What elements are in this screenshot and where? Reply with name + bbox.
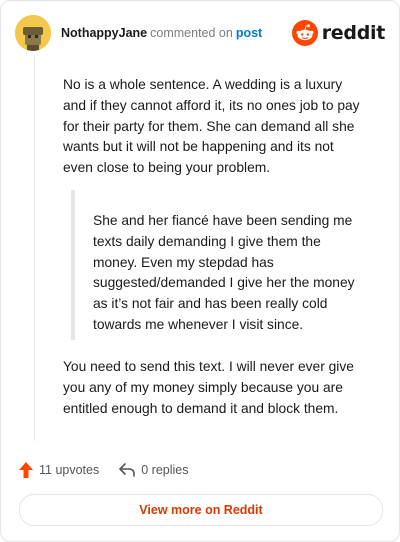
upvote-count: 11 upvotes xyxy=(39,463,100,477)
thread-line xyxy=(34,57,35,441)
username-link[interactable]: NothappyJane xyxy=(61,26,147,40)
user-avatar[interactable] xyxy=(15,15,51,51)
reply-count: 0 replies xyxy=(141,463,189,477)
comment-paragraph: You need to send this text. I will never… xyxy=(63,359,354,416)
quote-text: She and her fiancé have been sending me … xyxy=(93,213,355,332)
reddit-logo[interactable]: reddit xyxy=(291,20,386,46)
view-more-button[interactable]: View more on Reddit xyxy=(19,494,383,526)
comment-footer: 11 upvotes 0 replies xyxy=(19,459,188,481)
comment-meta: NothappyJane commented on post xyxy=(61,25,262,41)
blockquote: She and her fiancé have been sending me … xyxy=(71,190,365,340)
reply-arrow-icon xyxy=(119,463,136,477)
snoo-avatar-icon xyxy=(15,15,51,51)
comment-action-text: commented on xyxy=(150,26,233,40)
reddit-snoo-icon xyxy=(291,20,318,46)
comment-embed-card: NothappyJane commented on post reddit No i… xyxy=(0,0,400,542)
reply-stat[interactable]: 0 replies xyxy=(119,463,188,477)
comment-paragraph: No is a whole sentence. A wedding is a l… xyxy=(63,77,360,176)
upvote-arrow-icon xyxy=(19,462,33,478)
post-link[interactable]: post xyxy=(236,26,262,40)
comment-header: NothappyJane commented on post reddit xyxy=(15,15,385,51)
reddit-wordmark: reddit xyxy=(321,22,386,44)
upvote-stat[interactable]: 11 upvotes xyxy=(19,462,99,478)
